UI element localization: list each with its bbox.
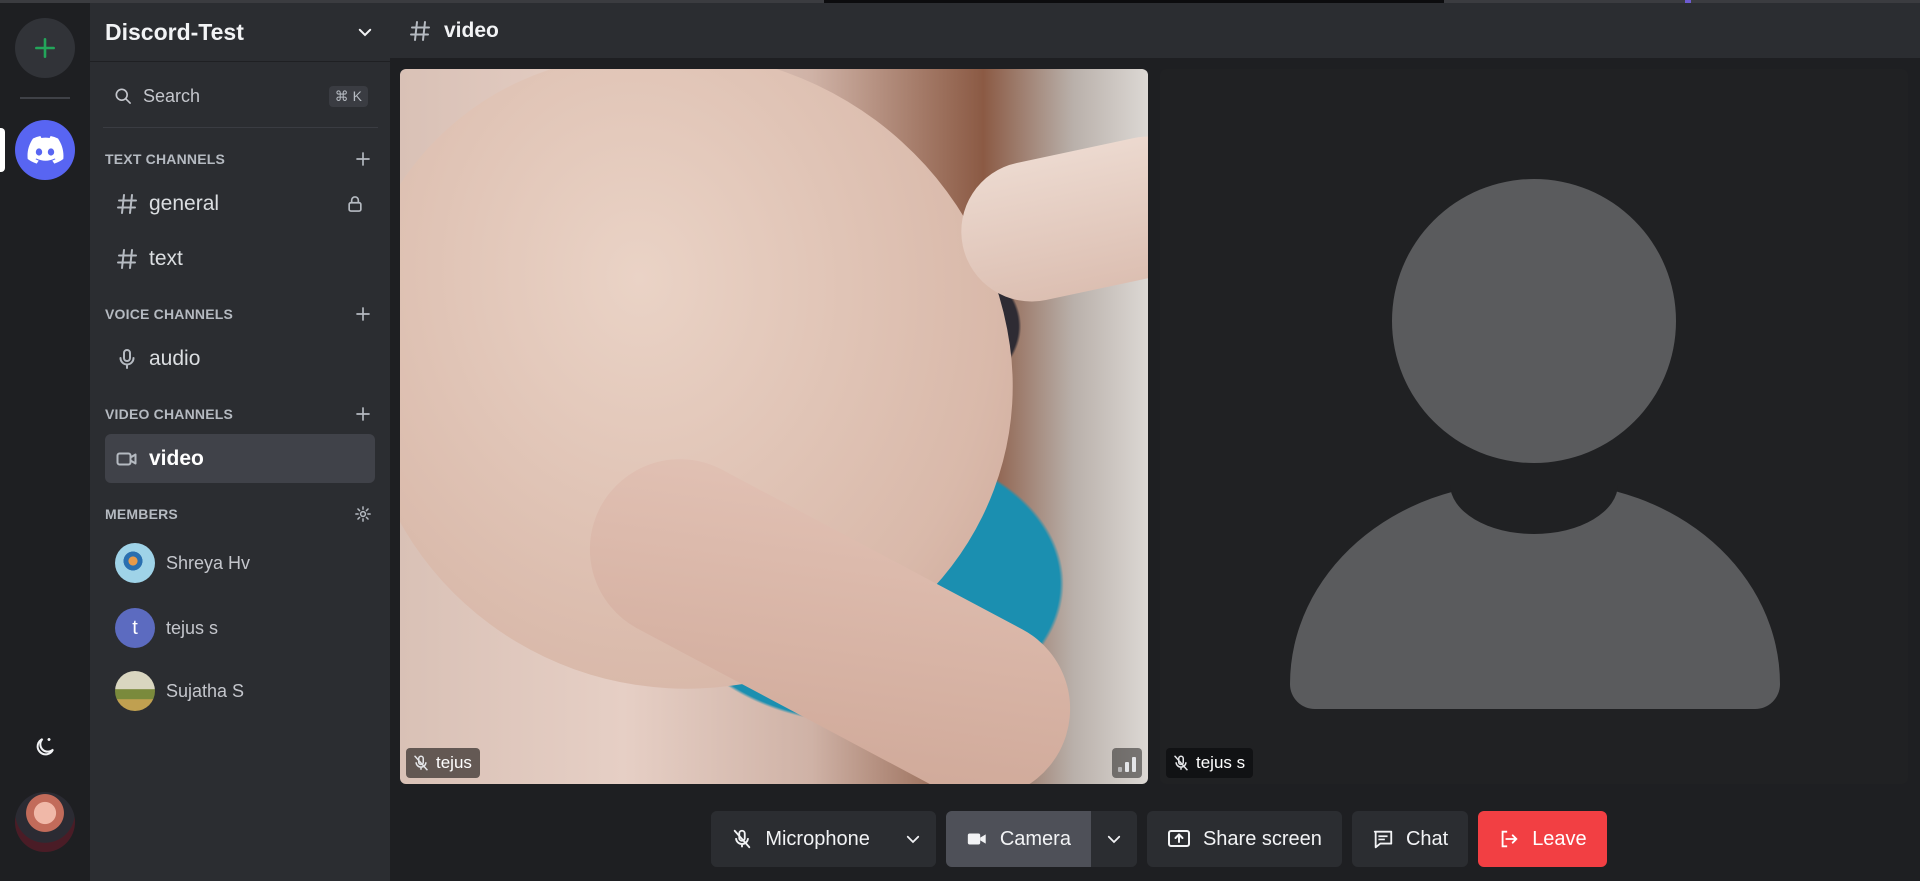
microphone-button[interactable]: Microphone xyxy=(711,811,890,867)
section-label: VIDEO CHANNELS xyxy=(105,406,234,422)
hashtag-icon xyxy=(410,20,430,41)
current-user-avatar[interactable] xyxy=(15,792,75,852)
connection-quality-icon xyxy=(1112,748,1142,778)
microphone-muted-icon xyxy=(1174,755,1188,771)
section-label: VOICE CHANNELS xyxy=(105,306,234,322)
microphone-control: Microphone xyxy=(711,811,936,867)
channel-label: text xyxy=(149,246,183,270)
chat-label: Chat xyxy=(1405,827,1449,850)
microphone-muted-icon xyxy=(414,755,428,771)
channel-sidebar: Discord-Test Search ⌘ K TEXT CHANNELS ge… xyxy=(90,0,390,881)
leave-icon xyxy=(1501,830,1518,848)
member-item[interactable]: t tejus s xyxy=(115,607,375,649)
member-avatar xyxy=(115,543,155,583)
participant-video-tile[interactable]: tejus xyxy=(400,69,1148,784)
call-controls: Microphone Camera Share screen Chat Leav… xyxy=(390,797,1920,881)
member-name: Sujatha S xyxy=(166,680,245,701)
camera-label: Camera xyxy=(999,827,1071,850)
theme-toggle-button[interactable] xyxy=(30,732,60,762)
member-name: tejus s xyxy=(166,617,219,638)
chevron-down-icon xyxy=(1107,835,1121,844)
chat-button[interactable]: Chat xyxy=(1351,811,1469,867)
member-name: Shreya Hv xyxy=(166,552,251,573)
chat-icon xyxy=(1373,830,1393,849)
search-shortcut: ⌘ K xyxy=(328,85,368,107)
participant-avatar-tile[interactable]: tejus s xyxy=(1160,69,1908,784)
server-name: Discord-Test xyxy=(105,18,244,45)
section-label: MEMBERS xyxy=(105,506,178,522)
share-screen-icon xyxy=(1167,830,1190,847)
leave-label: Leave xyxy=(1532,827,1587,850)
video-call-area: video tejus tejus s Microphone Camera Sh… xyxy=(390,0,1920,881)
plus-icon[interactable] xyxy=(354,150,372,168)
channel-video[interactable]: video xyxy=(105,434,375,483)
chevron-down-icon xyxy=(358,28,372,37)
microphone-icon xyxy=(119,348,135,369)
member-item[interactable]: Shreya Hv xyxy=(115,542,375,584)
share-screen-button[interactable]: Share screen xyxy=(1146,811,1342,867)
section-text-channels: TEXT CHANNELS xyxy=(105,147,390,171)
search-label: Search xyxy=(143,85,201,106)
chat-control: Chat xyxy=(1351,811,1469,867)
avatar-placeholder-head xyxy=(1392,179,1676,463)
microphone-options-button[interactable] xyxy=(889,811,936,867)
lock-icon xyxy=(348,195,362,212)
hashtag-icon xyxy=(117,248,137,269)
gear-icon[interactable] xyxy=(354,505,372,523)
section-voice-channels: VOICE CHANNELS xyxy=(105,302,390,326)
chevron-down-icon xyxy=(906,835,919,844)
channel-general[interactable]: general xyxy=(105,179,375,228)
search-icon xyxy=(115,88,131,104)
participant-name-tag: tejus s xyxy=(1166,748,1254,778)
participant-name: tejus xyxy=(436,753,472,772)
section-video-channels: VIDEO CHANNELS xyxy=(105,402,390,426)
window-top-strip xyxy=(0,0,1920,3)
moon-icon xyxy=(36,738,54,756)
server-header[interactable]: Discord-Test xyxy=(90,3,390,62)
channel-label: audio xyxy=(149,346,201,370)
divider xyxy=(103,127,378,128)
search-button[interactable]: Search ⌘ K xyxy=(103,78,378,114)
camera-options-button[interactable] xyxy=(1090,811,1137,867)
channel-label: video xyxy=(149,446,204,470)
server-rail xyxy=(0,0,90,881)
channel-audio[interactable]: audio xyxy=(105,334,375,383)
share-screen-label: Share screen xyxy=(1202,827,1322,850)
channel-label: general xyxy=(149,191,220,215)
camera-control: Camera xyxy=(945,811,1137,867)
plus-icon[interactable] xyxy=(354,405,372,423)
server-selected-indicator xyxy=(0,128,5,172)
rail-divider xyxy=(20,97,70,99)
participant-name: tejus s xyxy=(1196,753,1246,772)
channel-title: video xyxy=(444,18,499,42)
video-camera-icon xyxy=(967,833,986,845)
channel-text[interactable]: text xyxy=(105,234,375,283)
section-label: TEXT CHANNELS xyxy=(105,151,226,167)
plus-icon[interactable] xyxy=(354,305,372,323)
section-members: MEMBERS xyxy=(105,502,390,526)
video-camera-icon xyxy=(116,452,137,465)
discord-logo-icon xyxy=(27,136,64,164)
share-screen-control: Share screen xyxy=(1146,811,1342,867)
camera-button[interactable]: Camera xyxy=(945,811,1091,867)
add-server-button[interactable] xyxy=(15,18,75,78)
member-avatar: t xyxy=(115,608,155,648)
member-item[interactable]: Sujatha S xyxy=(115,670,375,712)
microphone-muted-icon xyxy=(734,829,751,849)
participant-name-tag: tejus xyxy=(406,748,480,778)
microphone-label: Microphone xyxy=(765,827,870,850)
leave-button[interactable]: Leave xyxy=(1478,811,1607,867)
server-icon-discord-test[interactable] xyxy=(15,120,75,180)
plus-icon xyxy=(35,38,55,58)
member-avatar xyxy=(115,671,155,711)
hashtag-icon xyxy=(117,193,137,214)
channel-header: video xyxy=(390,3,1920,58)
